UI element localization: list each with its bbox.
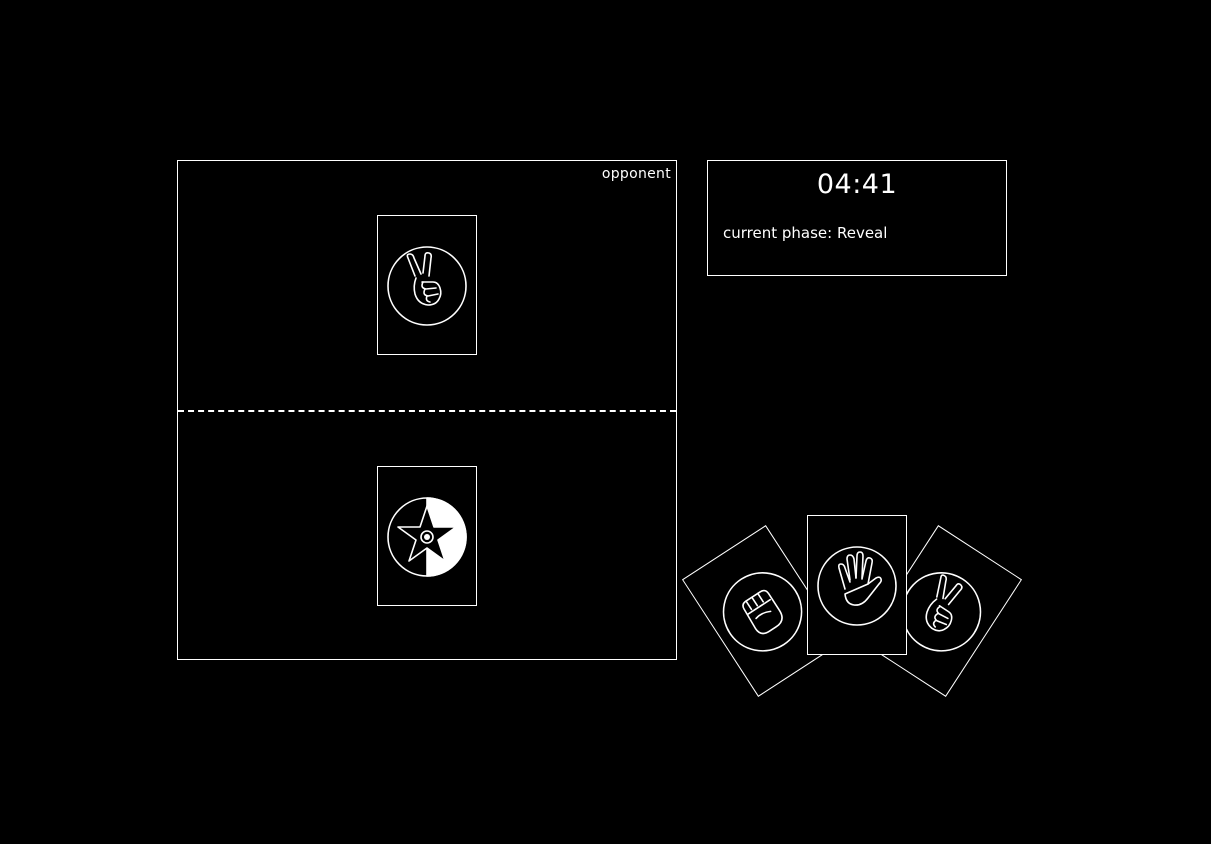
scissors-icon — [387, 246, 467, 326]
status-panel: 04:41 current phase: Reveal — [707, 160, 1007, 276]
opponent-label: opponent — [601, 166, 671, 182]
game-board: opponent — [177, 160, 677, 660]
paper-icon — [817, 546, 897, 626]
opponent-played-card — [377, 215, 477, 355]
board-divider — [178, 410, 676, 412]
countdown-timer: 04:41 — [816, 169, 898, 200]
wildcard-star-icon — [387, 497, 467, 577]
hand-card-paper[interactable] — [807, 515, 907, 655]
phase-indicator: current phase: Reveal — [723, 224, 888, 242]
player-played-card — [377, 466, 477, 606]
